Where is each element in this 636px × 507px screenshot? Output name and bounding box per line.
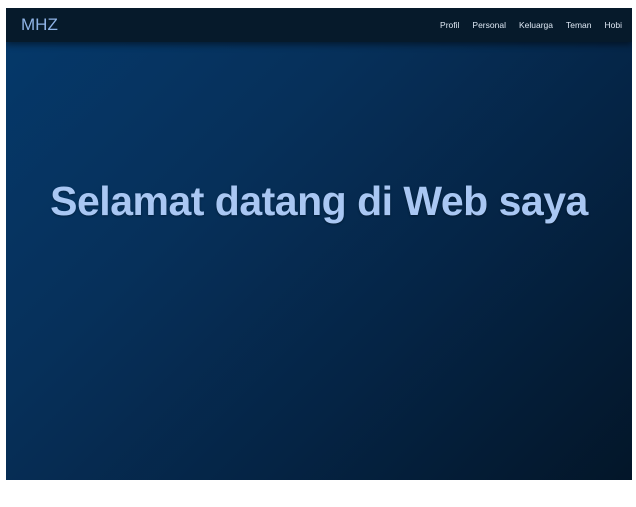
brand-logo[interactable]: MHZ	[21, 15, 58, 35]
nav-link-keluarga[interactable]: Keluarga	[519, 20, 553, 30]
nav-links: Profil Personal Keluarga Teman Hobi	[440, 20, 622, 30]
hero-section: Selamat datang di Web saya	[6, 178, 632, 225]
nav-link-personal[interactable]: Personal	[472, 20, 506, 30]
page-frame: MHZ Profil Personal Keluarga Teman Hobi …	[6, 8, 632, 480]
nav-link-profil[interactable]: Profil	[440, 20, 459, 30]
nav-link-teman[interactable]: Teman	[566, 20, 592, 30]
hero-title: Selamat datang di Web saya	[50, 178, 588, 224]
nav-link-hobi[interactable]: Hobi	[605, 20, 622, 30]
top-navbar: MHZ Profil Personal Keluarga Teman Hobi	[6, 8, 632, 42]
